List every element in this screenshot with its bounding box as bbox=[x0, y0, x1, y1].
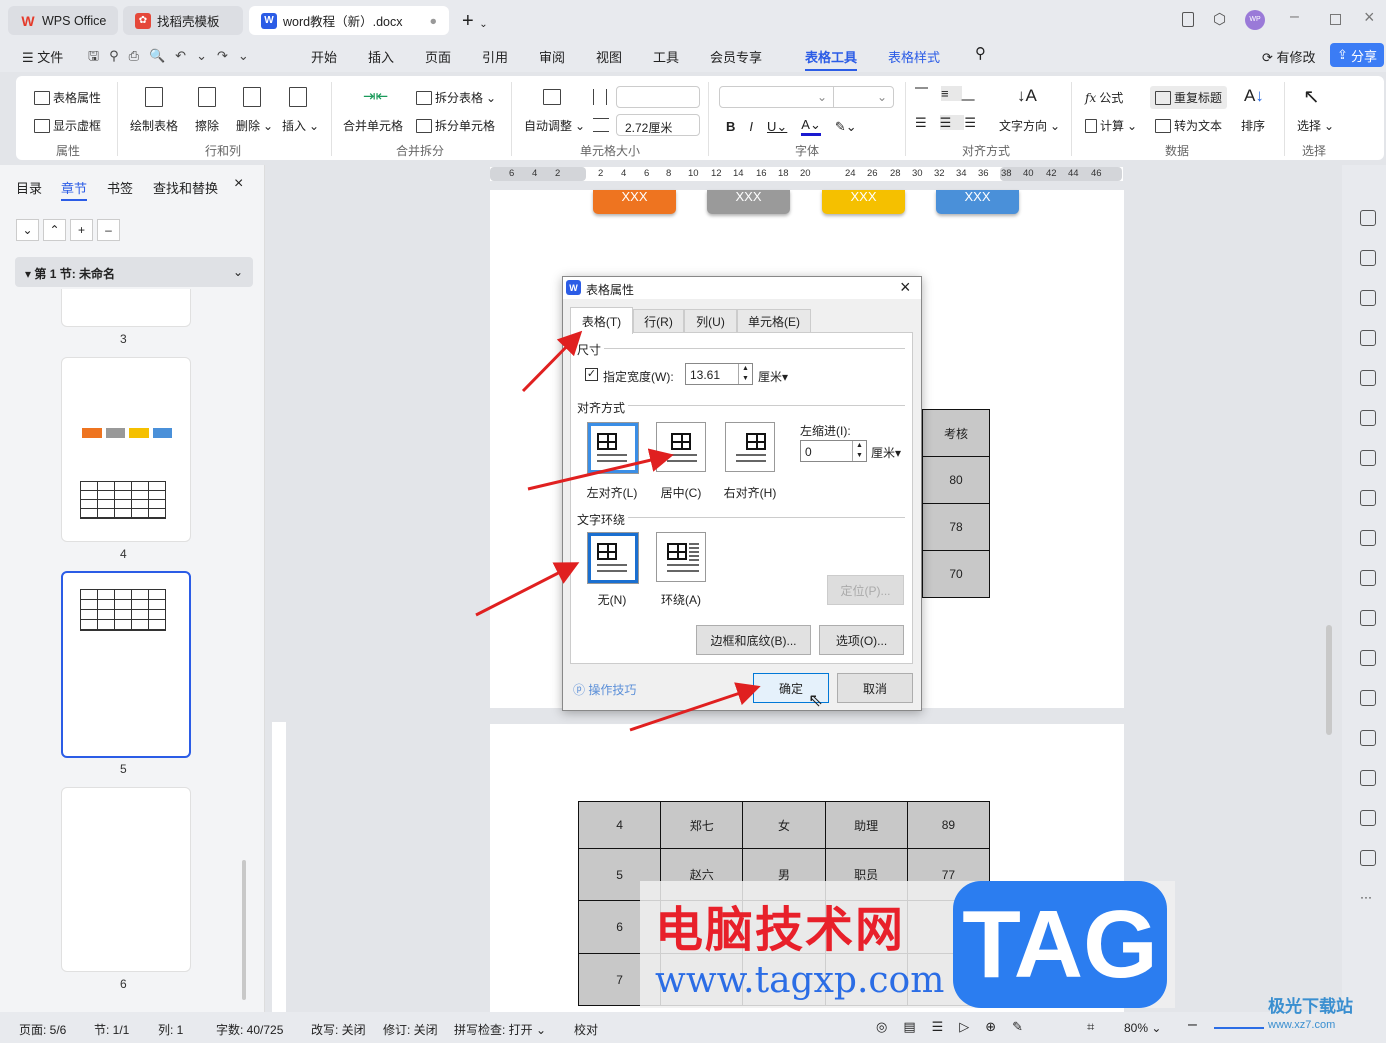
zoom-level[interactable]: 80% ⌄ bbox=[1124, 1021, 1161, 1035]
revision-status[interactable]: 修订: 关闭 bbox=[383, 1021, 438, 1038]
status-bar bbox=[0, 1012, 1386, 1043]
spell-label: 拼写检查: 打开 bbox=[454, 1023, 533, 1037]
word-count[interactable]: 字数: 40/725 bbox=[216, 1021, 283, 1038]
annotation-arrows bbox=[475, 330, 761, 732]
column-status: 列: 1 bbox=[158, 1023, 184, 1037]
section-status: 节: 1/1 bbox=[94, 1023, 130, 1037]
zoom-slider[interactable] bbox=[1214, 1027, 1264, 1029]
corner-watermark-url: www.xz7.com bbox=[1268, 1019, 1336, 1031]
zoom-out-button[interactable]: – bbox=[1188, 1016, 1197, 1034]
view-mode-buttons[interactable]: ◎▤☰▷⊕✎ bbox=[876, 1019, 1039, 1035]
corner-watermark: 极光下载站 bbox=[1268, 997, 1353, 1016]
proofread-button[interactable]: 校对 bbox=[574, 1021, 598, 1038]
page-status[interactable]: 页面: 5/6 bbox=[19, 1021, 66, 1038]
spell-check-status[interactable]: 拼写检查: 打开 ⌄ bbox=[454, 1021, 546, 1038]
arrow-to-wrap-none bbox=[475, 562, 580, 617]
zoom-label: 80% bbox=[1124, 1021, 1149, 1035]
arrow-to-table-tab bbox=[521, 330, 583, 393]
fit-page-icon[interactable]: ⌗ bbox=[1087, 1019, 1094, 1035]
arrow-to-ok bbox=[629, 682, 761, 732]
overwrite-status[interactable]: 改写: 关闭 bbox=[311, 1021, 366, 1038]
arrow-to-center-align bbox=[527, 448, 674, 491]
